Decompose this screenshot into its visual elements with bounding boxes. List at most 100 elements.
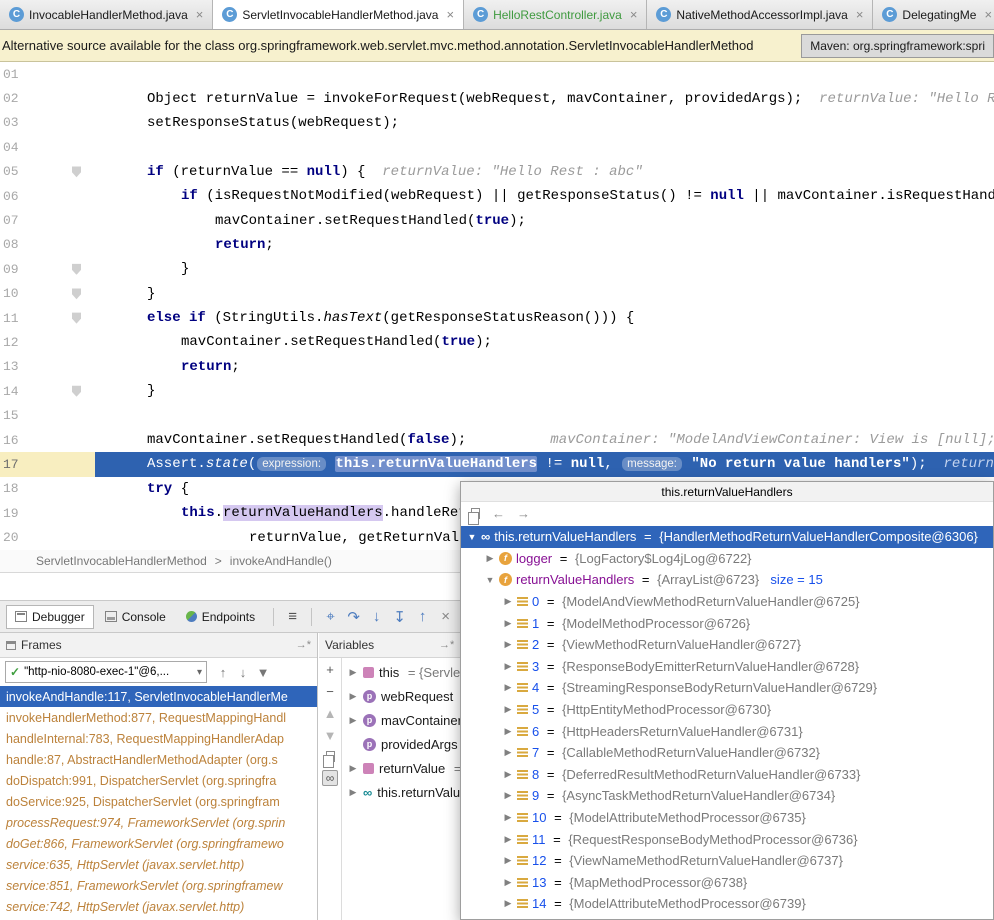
editor-gutter[interactable]: 06 xyxy=(0,184,95,208)
previous-frame-icon[interactable]: ↑ xyxy=(213,665,233,680)
chevron-right-icon[interactable]: ▶ xyxy=(348,667,358,678)
chevron-right-icon[interactable]: ▶ xyxy=(503,639,513,650)
editor-gutter[interactable]: 01 xyxy=(0,62,95,86)
copy-icon[interactable] xyxy=(326,751,335,762)
float-panel-icon[interactable]: →* xyxy=(439,639,454,651)
editor-gutter[interactable]: 10 xyxy=(0,282,95,306)
frame-row[interactable]: service:742, HttpServlet (javax.servlet.… xyxy=(0,896,317,917)
move-watch-up-icon[interactable]: ▲ xyxy=(324,707,337,721)
editor-gutter[interactable]: 18 xyxy=(0,477,95,501)
force-step-into-icon[interactable]: ↧ xyxy=(388,608,411,626)
frame-row[interactable]: handleInternal:783, RequestMappingHandle… xyxy=(0,728,317,749)
frame-row[interactable]: doService:925, DispatcherServlet (org.sp… xyxy=(0,791,317,812)
drop-frame-icon[interactable]: × xyxy=(434,608,457,625)
popup-row[interactable]: ▶2 = {ViewMethodReturnValueHandler@6727} xyxy=(461,634,993,656)
fold-marker-icon[interactable] xyxy=(72,264,81,275)
editor-gutter[interactable]: 02 xyxy=(0,86,95,110)
popup-row[interactable]: ▶10 = {ModelAttributeMethodProcessor@673… xyxy=(461,807,993,829)
back-icon[interactable]: ← xyxy=(492,506,505,521)
chevron-right-icon[interactable]: ▶ xyxy=(503,877,513,888)
chevron-right-icon[interactable]: ▶ xyxy=(503,726,513,737)
float-panel-icon[interactable]: →* xyxy=(296,639,311,651)
editor-gutter[interactable]: 09 xyxy=(0,257,95,281)
show-watches-icon[interactable]: ∞ xyxy=(322,770,339,786)
chevron-right-icon[interactable]: ▶ xyxy=(503,682,513,693)
frame-row[interactable]: doGet:866, FrameworkServlet (org.springf… xyxy=(0,833,317,854)
filter-frames-icon[interactable]: ▼ xyxy=(253,665,273,680)
frame-row[interactable]: processRequest:974, FrameworkServlet (or… xyxy=(0,812,317,833)
debug-tab-endpoints[interactable]: Endpoints xyxy=(177,605,264,629)
remove-watch-icon[interactable]: − xyxy=(326,685,334,699)
popup-row[interactable]: ▶9 = {AsyncTaskMethodReturnValueHandler@… xyxy=(461,785,993,807)
editor-gutter[interactable]: 11 xyxy=(0,306,95,330)
chevron-right-icon[interactable]: ▶ xyxy=(503,898,513,909)
chevron-right-icon[interactable]: ▶ xyxy=(503,596,513,607)
chevron-right-icon[interactable]: ▶ xyxy=(348,715,358,726)
editor-gutter[interactable]: 19 xyxy=(0,501,95,525)
close-tab-icon[interactable]: × xyxy=(984,7,992,22)
next-frame-icon[interactable]: ↓ xyxy=(233,665,253,680)
popup-row[interactable]: ▶flogger = {LogFactory$Log4jLog@6722} xyxy=(461,548,993,570)
editor-gutter[interactable]: 15 xyxy=(0,403,95,427)
code-editor[interactable]: 0102Object returnValue = invokeForReques… xyxy=(0,62,994,550)
editor-gutter[interactable]: 20 xyxy=(0,525,95,549)
editor-gutter[interactable]: 07 xyxy=(0,208,95,232)
frame-row[interactable]: doDispatch:991, DispatcherServlet (org.s… xyxy=(0,770,317,791)
chevron-right-icon[interactable]: ▶ xyxy=(348,691,358,702)
frame-row[interactable]: invokeHandlerMethod:877, RequestMappingH… xyxy=(0,707,317,728)
popup-row[interactable]: ▶11 = {RequestResponseBodyMethodProcesso… xyxy=(461,828,993,850)
chevron-right-icon[interactable]: ▶ xyxy=(503,769,513,780)
popup-row[interactable]: ▶5 = {HttpEntityMethodProcessor@6730} xyxy=(461,699,993,721)
chevron-right-icon[interactable]: ▶ xyxy=(348,787,358,798)
popup-row[interactable]: ▶4 = {StreamingResponseBodyReturnValueHa… xyxy=(461,677,993,699)
debug-tab-debugger[interactable]: Debugger xyxy=(6,605,94,629)
chevron-down-icon[interactable]: ▼ xyxy=(485,575,495,585)
thread-selector[interactable]: ✓ "http-nio-8080-exec-1"@6,... ▾ xyxy=(5,661,207,683)
editor-tab[interactable]: CInvocableHandlerMethod.java× xyxy=(0,0,213,29)
chevron-right-icon[interactable]: ▶ xyxy=(503,855,513,866)
chevron-right-icon[interactable]: ▶ xyxy=(503,790,513,801)
popup-row[interactable]: ▶7 = {CallableMethodReturnValueHandler@6… xyxy=(461,742,993,764)
frame-row[interactable]: handle:87, AbstractHandlerMethodAdapter … xyxy=(0,749,317,770)
fold-marker-icon[interactable] xyxy=(72,386,81,397)
chevron-right-icon[interactable]: ▶ xyxy=(503,661,513,672)
editor-gutter[interactable]: 03 xyxy=(0,111,95,135)
forward-icon[interactable]: → xyxy=(517,506,530,521)
show-execution-point-icon[interactable]: ⌖ xyxy=(319,608,342,625)
chevron-right-icon[interactable]: ▶ xyxy=(503,747,513,758)
chevron-right-icon[interactable]: ▶ xyxy=(485,553,495,564)
breadcrumb-class[interactable]: ServletInvocableHandlerMethod xyxy=(36,554,207,568)
editor-gutter[interactable]: 04 xyxy=(0,135,95,159)
editor-tab[interactable]: CNativeMethodAccessorImpl.java× xyxy=(647,0,873,29)
editor-gutter[interactable]: 16 xyxy=(0,428,95,452)
frame-row[interactable]: service:635, HttpServlet (javax.servlet.… xyxy=(0,854,317,875)
popup-row[interactable]: ▶0 = {ModelAndViewMethodReturnValueHandl… xyxy=(461,591,993,613)
editor-gutter[interactable]: 17 xyxy=(0,452,95,476)
debug-tab-console[interactable]: Console xyxy=(96,605,175,629)
alternative-source-selector[interactable]: Maven: org.springframework:spri xyxy=(801,34,994,58)
fold-marker-icon[interactable] xyxy=(72,166,81,177)
step-into-icon[interactable]: ↓ xyxy=(365,608,388,625)
popup-row[interactable]: ▶8 = {DeferredResultMethodReturnValueHan… xyxy=(461,764,993,786)
chevron-right-icon[interactable]: ▶ xyxy=(348,763,358,774)
close-tab-icon[interactable]: × xyxy=(196,7,204,22)
step-over-icon[interactable]: ↷ xyxy=(342,608,365,626)
editor-tab[interactable]: CHelloRestController.java× xyxy=(464,0,647,29)
frame-row[interactable]: service:851, FrameworkServlet (org.sprin… xyxy=(0,875,317,896)
move-watch-down-icon[interactable]: ▼ xyxy=(324,729,337,743)
editor-gutter[interactable]: 05 xyxy=(0,160,95,184)
popup-row[interactable]: ▶14 = {ModelAttributeMethodProcessor@673… xyxy=(461,893,993,915)
chevron-right-icon[interactable]: ▶ xyxy=(503,812,513,823)
popup-row[interactable]: ▶1 = {ModelMethodProcessor@6726} xyxy=(461,612,993,634)
close-tab-icon[interactable]: × xyxy=(856,7,864,22)
copy-icon[interactable] xyxy=(471,508,480,519)
popup-row[interactable]: ▼freturnValueHandlers = {ArrayList@6723}… xyxy=(461,569,993,591)
popup-row[interactable]: ▶3 = {ResponseBodyEmitterReturnValueHand… xyxy=(461,656,993,678)
editor-gutter[interactable]: 08 xyxy=(0,233,95,257)
popup-row[interactable]: ▶12 = {ViewNameMethodReturnValueHandler@… xyxy=(461,850,993,872)
editor-gutter[interactable]: 12 xyxy=(0,330,95,354)
editor-tab[interactable]: CDelegatingMe× xyxy=(873,0,994,29)
breadcrumb-method[interactable]: invokeAndHandle() xyxy=(230,554,332,568)
step-out-icon[interactable]: ↑ xyxy=(411,608,434,625)
fold-marker-icon[interactable] xyxy=(72,288,81,299)
